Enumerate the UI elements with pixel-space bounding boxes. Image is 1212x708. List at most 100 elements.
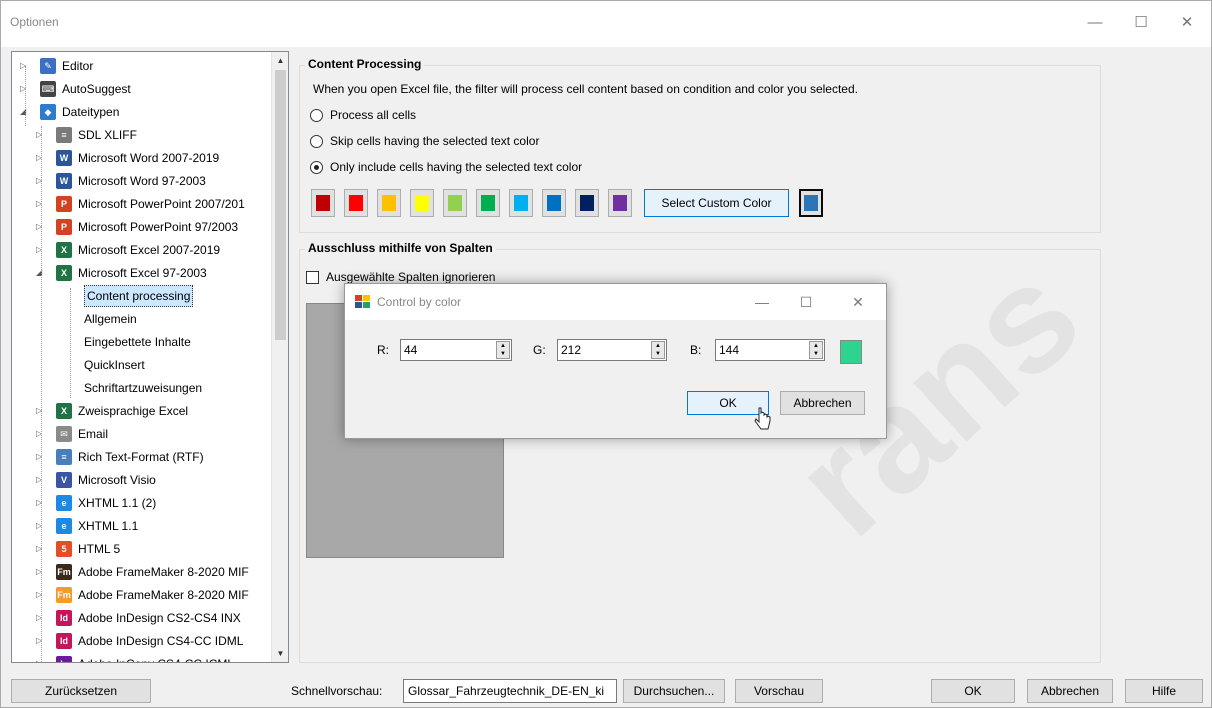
maximize-icon[interactable]: ☐ xyxy=(1121,11,1161,35)
color-swatch[interactable] xyxy=(542,189,566,217)
tree-item-label: AutoSuggest xyxy=(62,82,131,96)
tree-item-label: XHTML 1.1 xyxy=(78,519,139,533)
html5-icon: 5 xyxy=(56,541,72,557)
tree-item-label: Microsoft PowerPoint 97/2003 xyxy=(78,220,239,234)
close-icon[interactable]: ✕ xyxy=(1167,11,1207,35)
color-swatch[interactable] xyxy=(410,189,434,217)
tree-item-label: Adobe FrameMaker 8-2020 MIF xyxy=(78,588,249,602)
dialog-title: Control by color xyxy=(377,295,462,309)
tree-item-label: Adobe InCopy CS4-CC ICML xyxy=(78,653,234,662)
indesign-icon: Id xyxy=(56,610,72,626)
color-swatch[interactable] xyxy=(344,189,368,217)
r-label: R: xyxy=(377,343,389,357)
color-swatch-fill xyxy=(382,195,396,211)
tree-item-label: Adobe InDesign CS4-CC IDML xyxy=(78,634,244,648)
g-spin-arrows-icon[interactable]: ▲ ▼ xyxy=(651,341,665,359)
word-old-icon: W xyxy=(56,173,72,189)
word-icon: W xyxy=(56,150,72,166)
tree-item-label: Microsoft Visio xyxy=(78,473,156,487)
scroll-up-icon[interactable]: ▲ xyxy=(272,52,288,69)
filetypes-icon: ◆ xyxy=(40,104,56,120)
radio-include-color-label: Only include cells having the selected t… xyxy=(330,160,583,174)
radio-skip-color-label: Skip cells having the selected text colo… xyxy=(330,134,540,148)
g-label: G: xyxy=(533,343,546,357)
tree-item-label: Microsoft Excel 97-2003 xyxy=(78,266,207,280)
tree-item-label: Microsoft Excel 2007-2019 xyxy=(78,243,221,257)
document-icon: ≡ xyxy=(56,127,72,143)
ie-icon: e xyxy=(56,518,72,534)
app-icon xyxy=(355,295,370,308)
content-processing-title: Content Processing xyxy=(305,57,425,71)
cancel-button[interactable]: Abbrechen xyxy=(1027,679,1113,703)
options-tree[interactable]: ▲ ▼ ▷ ✎ Editor ▷ ⌨ AutoSuggest ◢ ◆ Dateitypen ▷ ≡ S… xyxy=(11,51,289,663)
preview-button[interactable]: Vorschau xyxy=(735,679,823,703)
tree-item-label: Zweisprachige Excel xyxy=(78,404,189,418)
tree-item-label: Microsoft Word 2007-2019 xyxy=(78,151,220,165)
select-custom-color-button[interactable]: Select Custom Color xyxy=(644,189,789,217)
tree-item-label: Rich Text-Format (RTF) xyxy=(78,450,204,464)
color-swatch[interactable] xyxy=(476,189,500,217)
r-spinner[interactable]: 44 ▲ ▼ xyxy=(400,339,512,361)
minimize-icon[interactable]: — xyxy=(1075,11,1115,35)
tree-connector xyxy=(70,288,71,398)
g-value[interactable]: 212 xyxy=(561,343,581,357)
b-value[interactable]: 144 xyxy=(719,343,739,357)
title-bar: Optionen — ☐ ✕ xyxy=(1,1,1211,47)
dialog-close-icon[interactable]: ✕ xyxy=(841,292,875,312)
color-swatch-fill xyxy=(613,195,627,211)
dialog-title-bar: Control by color — ☐ ✕ xyxy=(345,284,886,320)
color-swatch-fill xyxy=(415,195,429,211)
color-swatch-fill xyxy=(580,195,594,211)
tree-scrollbar[interactable]: ▲ ▼ xyxy=(271,52,288,662)
g-spinner[interactable]: 212 ▲ ▼ xyxy=(557,339,667,361)
ignore-columns-label: Ausgewählte Spalten ignorieren xyxy=(326,270,496,284)
color-swatch[interactable] xyxy=(443,189,467,217)
color-swatch[interactable] xyxy=(608,189,632,217)
framemaker-icon: Fm xyxy=(56,587,72,603)
excel-old-icon: X xyxy=(56,265,72,281)
tree-item-label: Content processing xyxy=(84,285,194,307)
radio-process-all-indicator[interactable] xyxy=(310,108,323,122)
radio-skip-color-indicator[interactable] xyxy=(310,134,323,148)
radio-skip-color[interactable]: Skip cells having the selected text colo… xyxy=(310,134,539,148)
tree-item-label: Microsoft Word 97-2003 xyxy=(78,174,206,188)
help-button[interactable]: Hilfe xyxy=(1125,679,1203,703)
scroll-down-icon[interactable]: ▼ xyxy=(272,645,288,662)
ignore-columns-checkbox-box[interactable] xyxy=(306,270,319,284)
b-spinner[interactable]: 144 ▲ ▼ xyxy=(715,339,825,361)
reset-button[interactable]: Zurücksetzen xyxy=(11,679,151,703)
dialog-cancel-button[interactable]: Abbrechen xyxy=(780,391,865,415)
color-swatch-fill xyxy=(481,195,495,211)
color-swatch[interactable] xyxy=(509,189,533,217)
tree-item-label: SDL XLIFF xyxy=(78,128,137,142)
tree-item-label: Schriftartzuweisungen xyxy=(84,381,203,395)
dialog-minimize-icon[interactable]: — xyxy=(745,292,779,312)
dialog-maximize-icon[interactable]: ☐ xyxy=(789,292,823,312)
tree-item-label: HTML 5 xyxy=(78,542,121,556)
pencil-icon: ✎ xyxy=(40,58,56,74)
framemaker-icon: Fm xyxy=(56,564,72,580)
radio-process-all[interactable]: Process all cells xyxy=(310,108,416,122)
radio-include-color-indicator[interactable] xyxy=(310,160,323,174)
r-value[interactable]: 44 xyxy=(404,343,417,357)
color-swatch[interactable] xyxy=(575,189,599,217)
r-spin-arrows-icon[interactable]: ▲ ▼ xyxy=(496,341,510,359)
browse-button[interactable]: Durchsuchen... xyxy=(623,679,725,703)
scroll-thumb[interactable] xyxy=(275,70,286,340)
ok-button[interactable]: OK xyxy=(931,679,1015,703)
email-icon: ✉ xyxy=(56,426,72,442)
color-swatch-fill xyxy=(547,195,561,211)
ignore-columns-checkbox[interactable]: Ausgewählte Spalten ignorieren xyxy=(306,270,495,284)
quick-preview-file-input[interactable]: Glossar_Fahrzeugtechnik_DE-EN_ki xyxy=(403,679,617,703)
radio-include-color[interactable]: Only include cells having the selected t… xyxy=(310,160,582,174)
radio-process-all-label: Process all cells xyxy=(330,108,417,122)
color-swatch[interactable] xyxy=(311,189,335,217)
tree-item-label: Adobe InDesign CS2-CS4 INX xyxy=(78,611,241,625)
ie-icon: e xyxy=(56,495,72,511)
selected-color-swatch[interactable] xyxy=(799,189,823,217)
bilingual-excel-icon: X xyxy=(56,403,72,419)
color-swatch[interactable] xyxy=(377,189,401,217)
exclusion-title: Ausschluss mithilfe von Spalten xyxy=(305,241,496,255)
b-spin-arrows-icon[interactable]: ▲ ▼ xyxy=(809,341,823,359)
tree-item-label: QuickInsert xyxy=(84,358,145,372)
